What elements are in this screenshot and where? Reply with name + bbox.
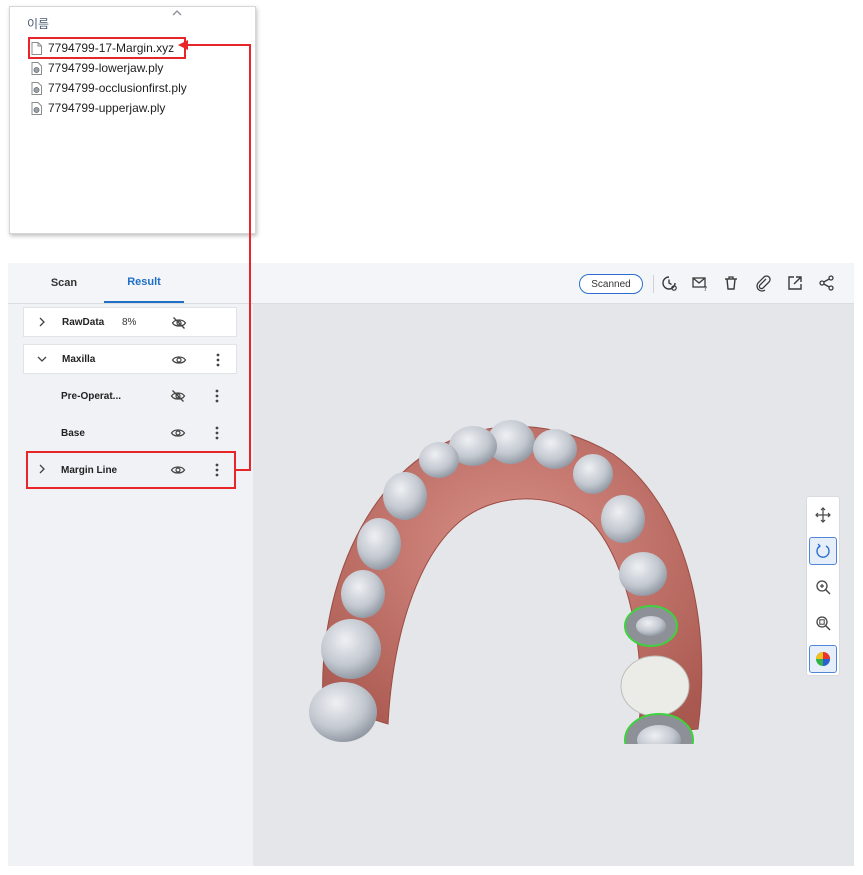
top-bar: Scan Result Scanned ? bbox=[8, 263, 854, 304]
view-tools-panel bbox=[806, 496, 840, 676]
chevron-right-icon[interactable] bbox=[36, 316, 48, 328]
file-list: 7794799-17-Margin.xyz 7794799-lowerjaw.p… bbox=[28, 37, 249, 118]
eye-icon[interactable] bbox=[171, 352, 187, 368]
more-vertical-icon[interactable] bbox=[214, 425, 220, 441]
tree-item-label: Maxilla bbox=[62, 353, 96, 365]
eye-icon[interactable] bbox=[170, 425, 186, 441]
color-map-icon[interactable] bbox=[809, 645, 837, 673]
tab-scan[interactable]: Scan bbox=[28, 263, 100, 303]
tab-result[interactable]: Result bbox=[104, 263, 184, 303]
zoom-fit-icon[interactable] bbox=[809, 609, 837, 637]
ply-file-icon bbox=[31, 101, 42, 115]
document-icon bbox=[31, 41, 42, 55]
attach-icon[interactable] bbox=[754, 274, 772, 292]
chevron-right-icon[interactable] bbox=[36, 463, 48, 475]
more-vertical-icon[interactable] bbox=[214, 388, 220, 404]
data-tree-panel: RawData 8% Maxilla Pre-Operat... Base Ma… bbox=[8, 304, 253, 866]
eye-off-icon[interactable] bbox=[171, 315, 187, 331]
zoom-in-icon[interactable] bbox=[809, 573, 837, 601]
file-row-upperjaw[interactable]: 7794799-upperjaw.ply bbox=[29, 98, 249, 118]
eye-off-icon[interactable] bbox=[170, 388, 186, 404]
tree-item-base[interactable]: Base bbox=[23, 418, 237, 448]
file-name: 7794799-17-Margin.xyz bbox=[48, 41, 175, 55]
tree-item-rawdata[interactable]: RawData 8% bbox=[23, 307, 237, 337]
svg-text:?: ? bbox=[704, 285, 708, 292]
tree-item-label: Margin Line bbox=[61, 464, 118, 476]
ply-file-icon bbox=[31, 81, 42, 95]
file-explorer: 이름 7794799-17-Margin.xyz 7794799-lowerja… bbox=[9, 6, 256, 234]
trash-icon[interactable] bbox=[722, 274, 740, 292]
file-row-lowerjaw[interactable]: 7794799-lowerjaw.ply bbox=[29, 58, 249, 78]
file-name: 7794799-lowerjaw.ply bbox=[48, 61, 164, 75]
tree-item-maxilla[interactable]: Maxilla bbox=[23, 344, 237, 374]
scanned-button[interactable]: Scanned bbox=[579, 274, 643, 294]
file-name: 7794799-occlusionfirst.ply bbox=[48, 81, 187, 95]
tree-item-label: RawData bbox=[62, 316, 105, 328]
chevron-down-icon[interactable] bbox=[36, 353, 48, 365]
mail-help-icon[interactable]: ? bbox=[691, 274, 709, 293]
sort-caret-icon[interactable] bbox=[171, 8, 183, 18]
history-icon[interactable] bbox=[660, 274, 678, 292]
3d-viewport[interactable] bbox=[253, 304, 854, 866]
file-row-margin-xyz[interactable]: 7794799-17-Margin.xyz bbox=[28, 37, 186, 59]
eye-icon[interactable] bbox=[170, 462, 186, 478]
file-name: 7794799-upperjaw.ply bbox=[48, 101, 166, 115]
tree-item-pre-operative[interactable]: Pre-Operat... bbox=[23, 381, 237, 411]
tree-item-label: Base bbox=[61, 427, 85, 439]
file-row-occlusionfirst[interactable]: 7794799-occlusionfirst.ply bbox=[29, 78, 249, 98]
rotate-icon[interactable] bbox=[809, 537, 837, 565]
column-header-name[interactable]: 이름 bbox=[27, 15, 49, 32]
opacity-percent: 8% bbox=[122, 316, 137, 328]
more-vertical-icon[interactable] bbox=[214, 462, 220, 478]
dental-app-window: Scan Result Scanned ? RawData 8% Maxilla… bbox=[8, 263, 854, 866]
export-icon[interactable] bbox=[786, 274, 804, 292]
tree-item-margin-line[interactable]: Margin Line bbox=[26, 451, 236, 489]
toolbar-divider bbox=[653, 275, 654, 293]
ply-file-icon bbox=[31, 61, 42, 75]
tree-item-label: Pre-Operat... bbox=[61, 390, 122, 402]
share-icon[interactable] bbox=[818, 274, 836, 292]
move-icon[interactable] bbox=[809, 501, 837, 529]
more-vertical-icon[interactable] bbox=[215, 352, 221, 368]
maxilla-3d-model[interactable] bbox=[293, 394, 713, 744]
